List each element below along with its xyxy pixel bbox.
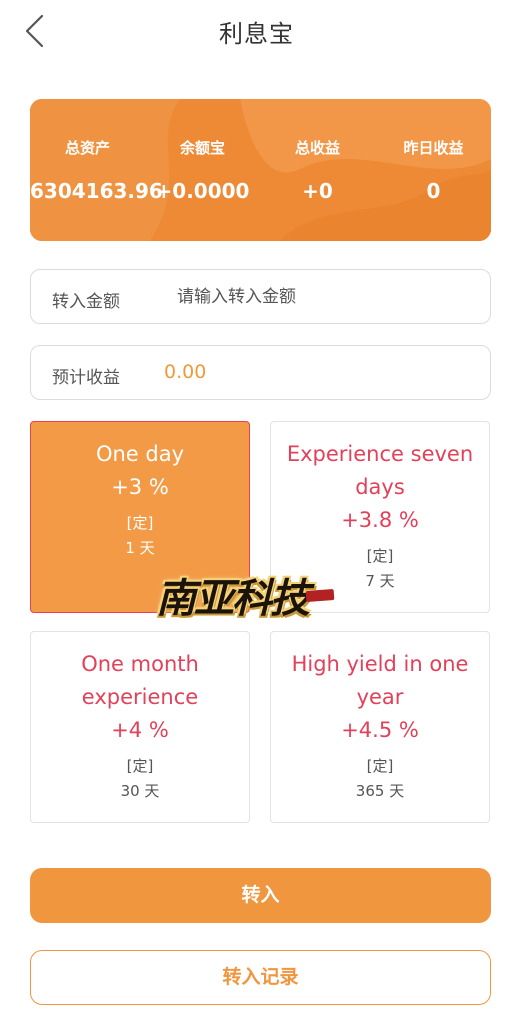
stat-total-earnings: 总收益 +0 (260, 137, 375, 203)
stat-label: 余额宝 (179, 139, 225, 157)
amount-input[interactable] (177, 280, 467, 314)
stat-yuebao: 余额宝 +0.0000 (145, 137, 260, 203)
plan-days: 7 天 (365, 572, 395, 590)
plan-card-one-day[interactable]: One day +3 % [定] 1 天 (30, 421, 250, 613)
stat-total-assets: 总资产 6304163.96 (30, 137, 163, 203)
plan-type: [定] (366, 547, 394, 565)
plan-days: 365 天 (355, 782, 405, 800)
plan-card-one-year[interactable]: High yield in one year +4.5 % [定] 365 天 (270, 631, 490, 823)
plan-rate: +3.8 % (341, 508, 419, 532)
stat-value: 6304163.96 (30, 179, 163, 203)
stat-value: 0 (426, 179, 441, 203)
stat-value: +0.0000 (155, 179, 250, 203)
stat-label: 总收益 (294, 139, 340, 157)
transfer-in-button[interactable]: 转入 (30, 868, 491, 923)
estimate-value: 0.00 (164, 361, 207, 383)
plan-type: [定] (366, 757, 394, 775)
stat-label: 总资产 (64, 139, 110, 157)
estimate-field: 预计收益 0.00 (30, 345, 491, 400)
plan-card-one-month[interactable]: One month experience +4 % [定] 30 天 (30, 631, 250, 823)
amount-field: 转入金额 (30, 269, 491, 324)
plan-name: Experience seven days (286, 442, 474, 499)
plan-days: 1 天 (125, 539, 155, 557)
stat-yesterday-earnings: 昨日收益 0 (376, 137, 491, 203)
estimate-label: 预计收益 (52, 368, 120, 388)
amount-label: 转入金额 (52, 292, 120, 312)
plan-rate: +3 % (111, 475, 169, 499)
stat-label: 昨日收益 (403, 139, 464, 157)
asset-summary-card: 总资产 6304163.96 余额宝 +0.0000 总收益 +0 昨日收益 0 (30, 99, 491, 241)
plan-rate: +4.5 % (341, 718, 419, 742)
page-title: 利息宝 (219, 20, 294, 48)
plan-type: [定] (126, 757, 154, 775)
plan-name: High yield in one year (291, 652, 469, 709)
plan-card-seven-days[interactable]: Experience seven days +3.8 % [定] 7 天 (270, 421, 490, 613)
plan-name: One day (95, 442, 185, 466)
plan-rate: +4 % (111, 718, 169, 742)
stat-value: +0 (302, 179, 333, 203)
transfer-records-button[interactable]: 转入记录 (30, 950, 491, 1005)
top-bar: 利息宝 (0, 0, 513, 62)
plan-days: 30 天 (120, 782, 160, 800)
plan-name: One month experience (81, 652, 199, 709)
plan-type: [定] (126, 514, 154, 532)
